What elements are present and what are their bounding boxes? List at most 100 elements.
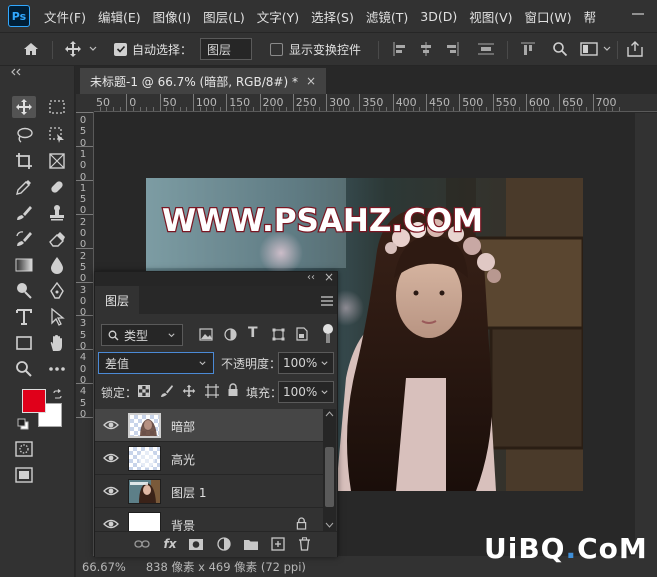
minimize-icon[interactable] (631, 7, 645, 21)
object-select-tool[interactable] (45, 124, 69, 146)
menu-edit[interactable]: 编辑(E) (92, 7, 147, 26)
auto-select-checkbox[interactable]: 自动选择： (114, 33, 192, 65)
lock-paint-icon[interactable] (160, 384, 174, 398)
healing-brush-tool[interactable] (45, 176, 69, 198)
search-icon[interactable] (552, 33, 568, 65)
checkbox-unchecked[interactable] (270, 42, 283, 56)
menu-filter[interactable]: 滤镜(T) (360, 7, 414, 26)
layer-row-dark[interactable]: 暗部 (95, 409, 323, 442)
zoom-tool[interactable] (12, 358, 36, 380)
align-top-icon[interactable] (520, 33, 536, 65)
align-right-icon[interactable] (444, 33, 460, 65)
fx-icon[interactable]: fx (161, 536, 179, 552)
panel-menu-icon[interactable] (321, 296, 333, 306)
filter-type-icon[interactable]: T (248, 325, 258, 341)
more-tools-button[interactable] (45, 358, 69, 380)
share-icon[interactable] (626, 33, 644, 65)
home-icon[interactable] (22, 33, 40, 65)
frame-tool[interactable] (45, 150, 69, 172)
trash-icon[interactable] (295, 536, 313, 552)
scrollbar-thumb[interactable] (325, 447, 334, 507)
filter-pixel-icon[interactable] (199, 328, 213, 341)
zoom-level[interactable]: 66.67% (82, 560, 126, 574)
default-colors-icon[interactable] (17, 418, 29, 430)
new-layer-icon[interactable] (269, 536, 287, 552)
layer-list-scrollbar[interactable] (323, 409, 336, 531)
opacity-field[interactable]: 100% (278, 352, 334, 374)
blur-tool[interactable] (45, 254, 69, 276)
checkbox-checked[interactable] (114, 42, 127, 56)
close-panel-icon[interactable]: × (324, 270, 334, 284)
ruler-origin[interactable] (76, 94, 94, 112)
folder-icon[interactable] (242, 536, 260, 552)
lock-artboard-icon[interactable] (205, 384, 219, 398)
marquee-tool[interactable] (45, 96, 69, 118)
eraser-tool[interactable] (45, 228, 69, 250)
link-icon[interactable] (133, 536, 151, 552)
lock-all-icon[interactable] (227, 383, 239, 397)
foreground-color-swatch[interactable] (22, 389, 46, 413)
scroll-up-icon[interactable] (325, 411, 334, 417)
show-transform-checkbox[interactable]: 显示变换控件 (270, 33, 361, 65)
eyedropper-tool[interactable] (12, 176, 36, 198)
dodge-tool[interactable] (12, 280, 36, 302)
lasso-tool[interactable] (12, 124, 36, 146)
menu-select[interactable]: 选择(S) (305, 7, 360, 26)
workspace-icon[interactable] (580, 33, 612, 65)
align-hcenter-icon[interactable] (418, 33, 434, 65)
layer-name[interactable]: 图层 1 (171, 484, 206, 501)
menu-file[interactable]: 文件(F) (38, 7, 92, 26)
eye-icon[interactable] (103, 451, 119, 465)
filter-adjustment-icon[interactable] (224, 328, 237, 341)
panel-title-bar[interactable]: ‹‹ × (95, 270, 337, 286)
eye-icon[interactable] (103, 418, 119, 432)
filter-shape-icon[interactable] (272, 328, 285, 341)
type-tool[interactable] (12, 306, 36, 328)
swap-colors-icon[interactable] (52, 389, 63, 400)
menu-help[interactable]: 帮 (578, 7, 603, 26)
layer-row-highlight[interactable]: 高光 (95, 442, 323, 475)
menu-image[interactable]: 图像(I) (147, 7, 197, 26)
layer-name[interactable]: 背景 (171, 517, 195, 531)
mask-icon[interactable] (187, 536, 205, 552)
path-select-tool[interactable] (45, 306, 69, 328)
layer-name[interactable]: 高光 (171, 451, 195, 468)
blend-mode-select[interactable]: 差值 (98, 352, 214, 374)
close-tab-icon[interactable]: × (306, 74, 316, 88)
document-tab[interactable]: 未标题-1 @ 66.7% (暗部, RGB/8#) * × (80, 68, 327, 94)
menu-view[interactable]: 视图(V) (463, 7, 518, 26)
canvas-scrollbar[interactable] (635, 113, 657, 561)
eye-icon[interactable] (103, 517, 119, 531)
auto-select-target-select[interactable]: 图层 (200, 38, 252, 60)
document-info[interactable]: 838 像素 x 469 像素 (72 ppi) (146, 559, 306, 575)
menu-layer[interactable]: 图层(L) (197, 7, 251, 26)
lock-position-icon[interactable] (182, 384, 196, 398)
fill-field[interactable]: 100% (278, 381, 334, 403)
stamp-tool[interactable] (45, 202, 69, 224)
filter-toggle[interactable] (323, 324, 333, 344)
layer-row-background[interactable]: 背景 (95, 508, 323, 531)
history-brush-tool[interactable] (12, 228, 36, 250)
quick-mask-button[interactable] (12, 438, 36, 460)
scroll-down-icon[interactable] (325, 522, 334, 528)
layer-filter-select[interactable]: 类型 (101, 324, 183, 346)
eye-icon[interactable] (103, 484, 119, 498)
brush-tool[interactable] (12, 202, 36, 224)
collapse-arrows-icon[interactable] (10, 68, 22, 76)
lock-transparent-icon[interactable] (138, 385, 150, 397)
adjustment-icon[interactable] (215, 536, 233, 552)
move-tool[interactable] (12, 96, 36, 118)
screen-mode-button[interactable] (12, 464, 36, 486)
filter-smart-object-icon[interactable] (296, 327, 308, 341)
gradient-tool[interactable] (12, 254, 36, 276)
menu-type[interactable]: 文字(Y) (251, 7, 305, 26)
crop-tool[interactable] (12, 150, 36, 172)
menu-3d[interactable]: 3D(D) (414, 9, 463, 24)
rectangle-tool[interactable] (12, 332, 36, 354)
distribute-icon[interactable] (477, 33, 495, 65)
align-left-icon[interactable] (392, 33, 408, 65)
layer-row-layer1[interactable]: 图层 1 (95, 475, 323, 508)
move-tool-preset[interactable] (64, 33, 98, 65)
hand-tool[interactable] (45, 332, 69, 354)
pen-tool[interactable] (45, 280, 69, 302)
